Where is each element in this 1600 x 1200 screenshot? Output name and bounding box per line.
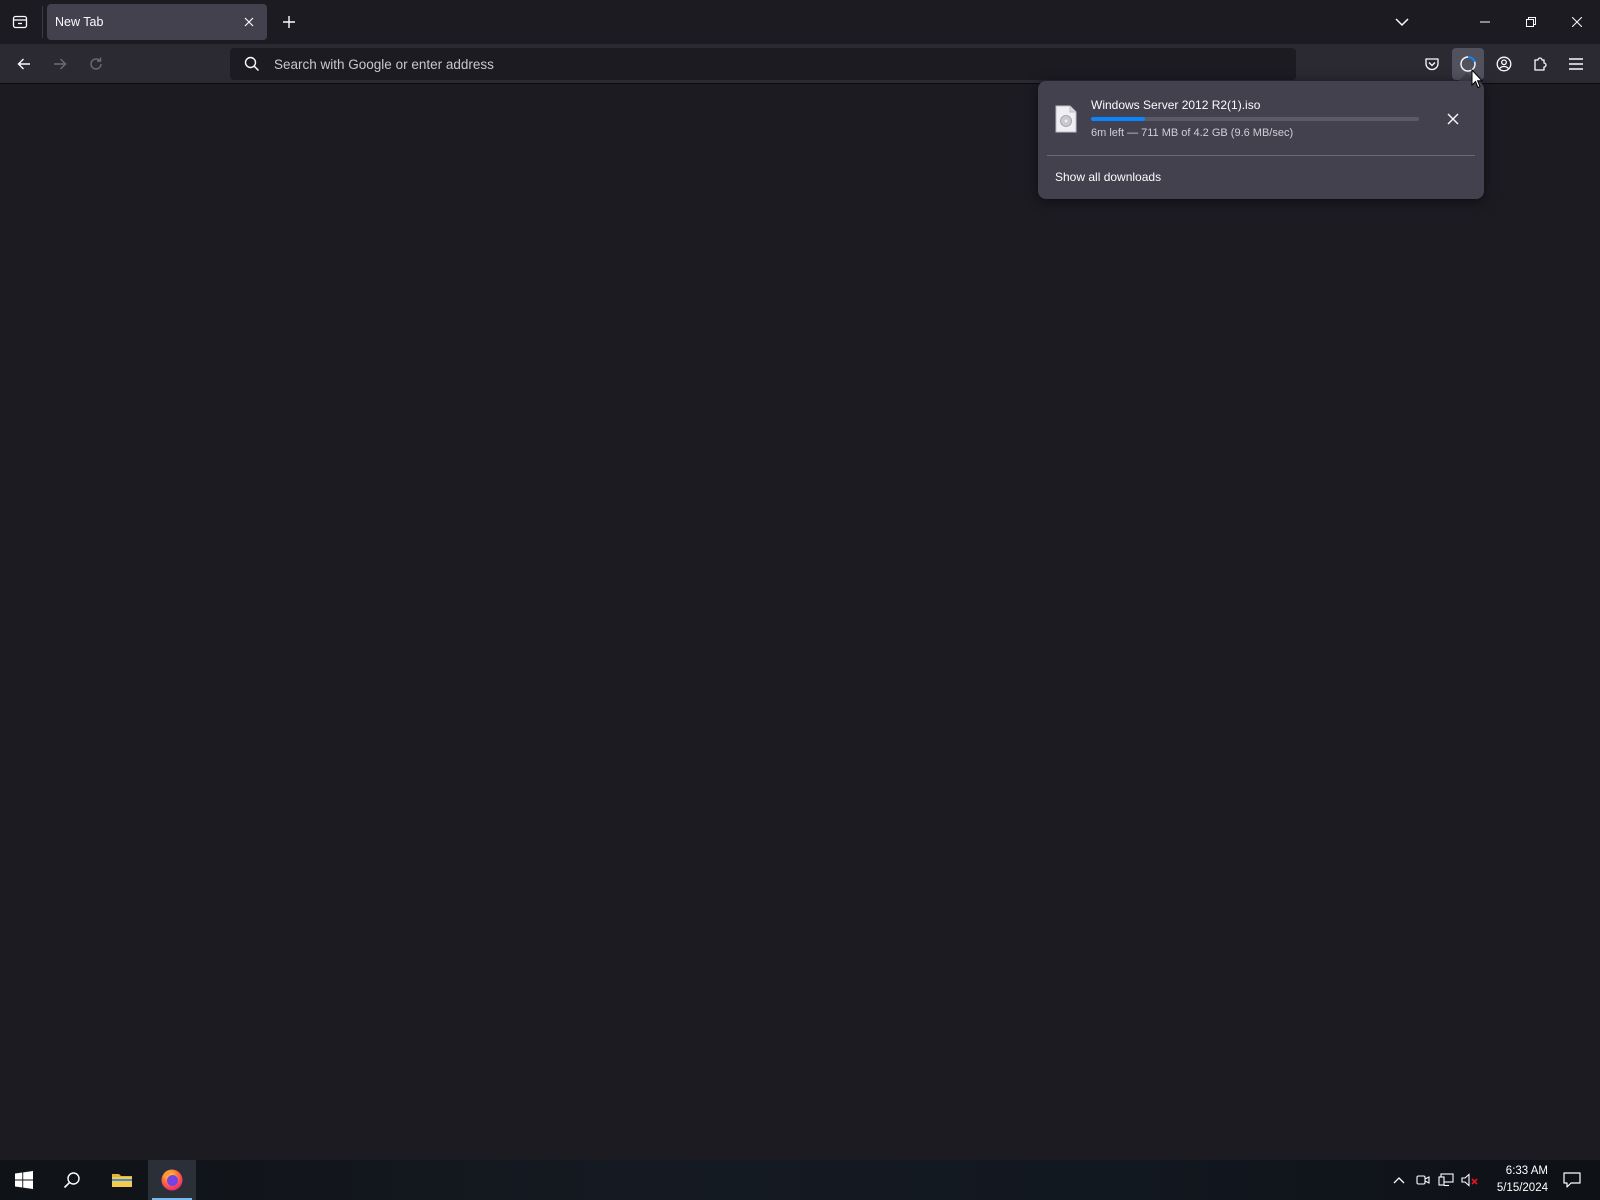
back-icon bbox=[17, 58, 30, 70]
cancel-download-button[interactable] bbox=[1439, 105, 1467, 133]
pocket-icon bbox=[1425, 58, 1439, 71]
chevron-down-icon bbox=[1395, 18, 1409, 27]
address-input[interactable] bbox=[274, 56, 1254, 72]
forward-icon bbox=[54, 58, 67, 70]
plus-icon bbox=[283, 16, 295, 28]
download-status: 6m left — 711 MB of 4.2 GB (9.6 MB/sec) bbox=[1091, 127, 1294, 139]
download-filename: Windows Server 2012 R2(1).iso bbox=[1091, 98, 1261, 112]
minimize-button[interactable] bbox=[1462, 0, 1508, 44]
search-icon bbox=[244, 56, 260, 72]
minimize-icon bbox=[1480, 21, 1490, 23]
url-bar[interactable] bbox=[230, 48, 1296, 80]
back-button[interactable] bbox=[8, 48, 40, 80]
panel-divider bbox=[1047, 155, 1475, 156]
tab-title: New Tab bbox=[55, 15, 104, 29]
clock[interactable]: 6:33 AM 5/15/2024 bbox=[1484, 1163, 1548, 1197]
taskbar-search-button[interactable] bbox=[48, 1160, 96, 1200]
page-content bbox=[0, 85, 1600, 1160]
tab-separator bbox=[42, 6, 43, 38]
extensions-button[interactable] bbox=[1524, 48, 1556, 80]
close-icon bbox=[244, 17, 254, 27]
show-all-downloads-button[interactable]: Show all downloads bbox=[1047, 161, 1475, 193]
app-menu-button[interactable] bbox=[1560, 48, 1592, 80]
firefox-view-icon bbox=[12, 15, 28, 29]
reload-button[interactable] bbox=[80, 48, 112, 80]
restore-button[interactable] bbox=[1508, 0, 1554, 44]
volume-muted-icon bbox=[1461, 1173, 1478, 1187]
file-icon bbox=[1054, 105, 1078, 133]
close-icon bbox=[1572, 17, 1582, 27]
file-explorer-button[interactable] bbox=[98, 1160, 146, 1200]
search-icon bbox=[63, 1172, 80, 1189]
firefox-taskbar-button[interactable] bbox=[148, 1160, 196, 1200]
chevron-up-icon bbox=[1393, 1177, 1405, 1184]
window-close-button[interactable] bbox=[1554, 0, 1600, 44]
account-button[interactable] bbox=[1488, 48, 1520, 80]
tab-close-button[interactable] bbox=[239, 12, 259, 32]
close-icon bbox=[1447, 113, 1459, 125]
restore-icon bbox=[1526, 17, 1536, 27]
menu-icon bbox=[1569, 58, 1583, 70]
camera-icon bbox=[1416, 1175, 1430, 1185]
firefox-icon bbox=[161, 1169, 183, 1191]
notification-icon bbox=[1563, 1172, 1581, 1188]
download-item[interactable]: Windows Server 2012 R2(1).iso 6m left — … bbox=[1038, 81, 1484, 155]
reload-icon bbox=[90, 57, 102, 70]
account-icon bbox=[1496, 56, 1512, 72]
download-progress-bar bbox=[1091, 117, 1419, 121]
firefox-view-button[interactable] bbox=[6, 8, 34, 36]
list-all-tabs-button[interactable] bbox=[1388, 8, 1416, 36]
downloads-panel: Windows Server 2012 R2(1).iso 6m left — … bbox=[1038, 81, 1484, 199]
file-explorer-icon bbox=[112, 1174, 132, 1187]
show-hidden-icons-button[interactable] bbox=[1389, 1170, 1409, 1190]
taskbar: 6:33 AM 5/15/2024 bbox=[0, 1160, 1600, 1200]
clock-date: 5/15/2024 bbox=[1496, 1182, 1548, 1194]
volume-tray-button[interactable] bbox=[1460, 1170, 1480, 1190]
navigation-toolbar bbox=[0, 44, 1600, 84]
network-tray-button[interactable] bbox=[1436, 1170, 1456, 1190]
mouse-cursor-icon bbox=[1471, 69, 1483, 89]
download-progress-fill bbox=[1091, 117, 1146, 121]
tab-new-tab[interactable]: New Tab bbox=[47, 4, 267, 40]
action-center-button[interactable] bbox=[1556, 1160, 1588, 1200]
meet-now-tray-button[interactable] bbox=[1413, 1170, 1433, 1190]
extensions-icon bbox=[1534, 57, 1547, 71]
network-icon bbox=[1438, 1173, 1454, 1187]
forward-button[interactable] bbox=[44, 48, 76, 80]
clock-time: 6:33 AM bbox=[1505, 1165, 1548, 1177]
start-icon bbox=[15, 1171, 33, 1189]
new-tab-button[interactable] bbox=[275, 8, 303, 36]
start-button[interactable] bbox=[0, 1160, 48, 1200]
show-all-downloads-label: Show all downloads bbox=[1055, 170, 1162, 184]
tab-strip: New Tab bbox=[0, 0, 1600, 44]
pocket-button[interactable] bbox=[1416, 48, 1448, 80]
